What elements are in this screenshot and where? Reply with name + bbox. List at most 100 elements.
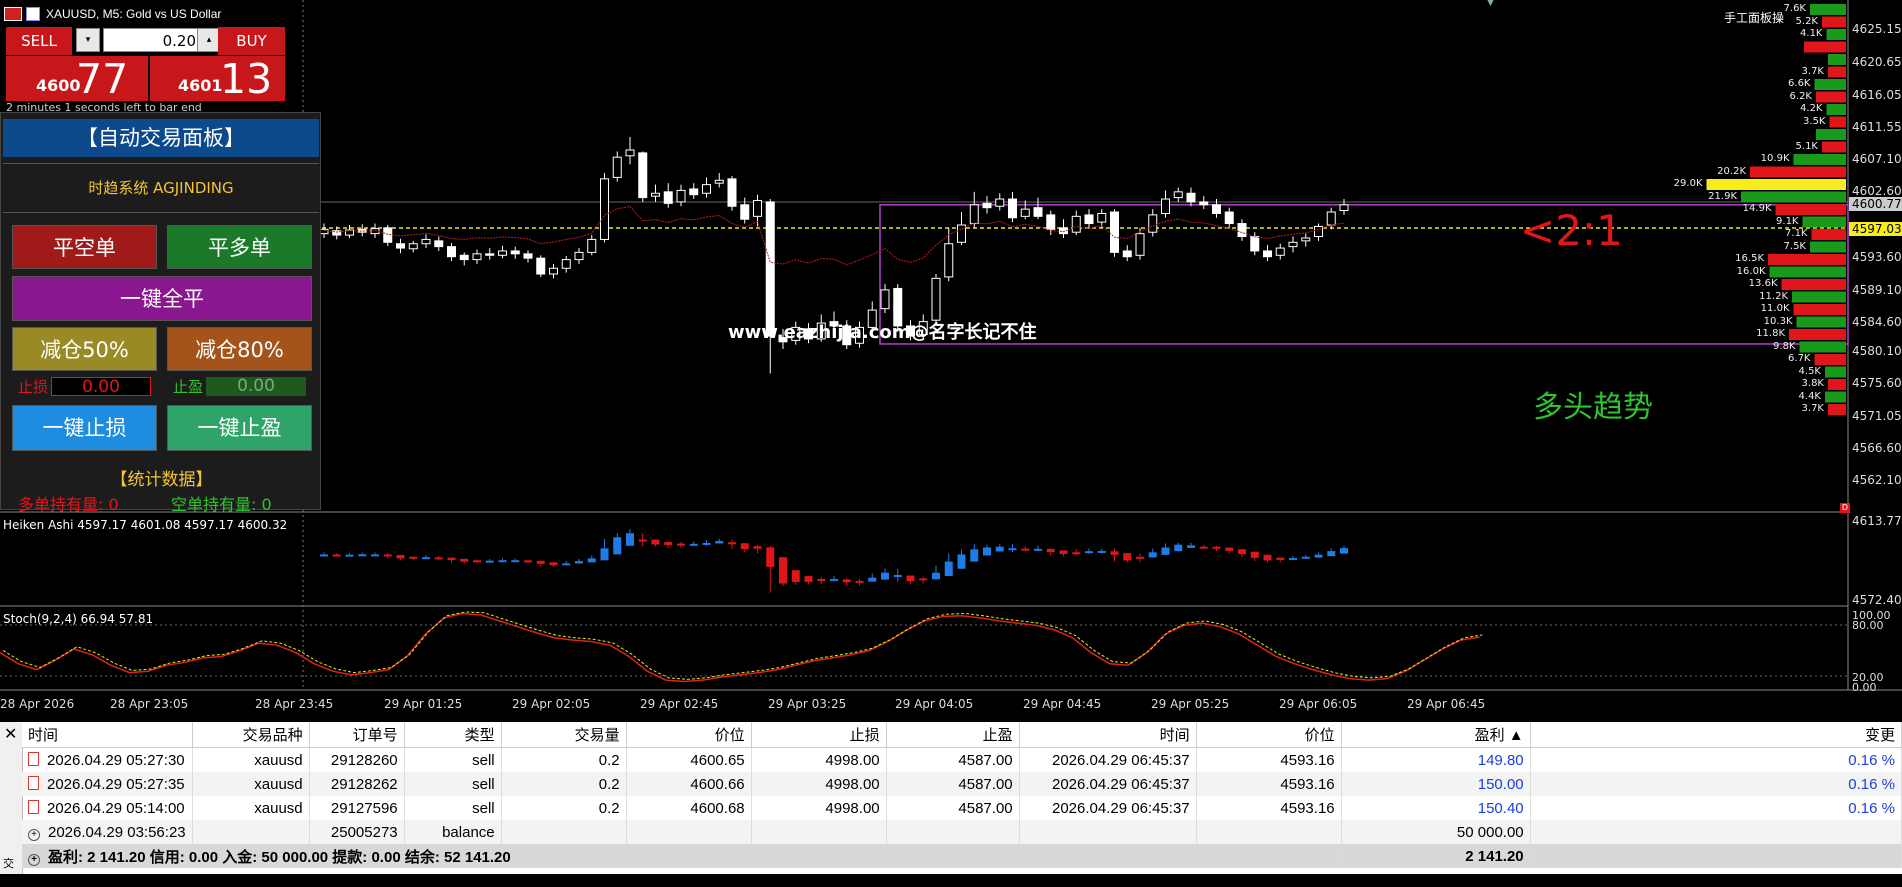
one-click-take-profit-button[interactable]: 一键止盈	[167, 405, 312, 451]
depth-bar	[1822, 141, 1846, 153]
depth-volume-label: 6.6K	[1788, 78, 1811, 89]
summary-row: + 盈利: 2 141.20 信用: 0.00 入金: 50 000.00 提款:…	[22, 844, 1902, 868]
heiken-ashi-bar	[383, 554, 392, 557]
candle-body	[663, 191, 673, 204]
candle-body	[408, 243, 418, 250]
heiken-ashi-bar	[855, 580, 864, 583]
col-volume[interactable]: 交易量	[501, 722, 627, 748]
heiken-ashi-bar	[1123, 553, 1132, 561]
time-axis-label: 29 Apr 01:25	[384, 697, 463, 711]
time-axis-label: 29 Apr 04:05	[895, 697, 974, 711]
col-open-time[interactable]: 时间	[22, 722, 193, 748]
heiken-ashi-bar	[422, 557, 430, 560]
depth-bar	[1825, 366, 1846, 378]
heiken-ashi-bar	[549, 562, 558, 566]
price-axis-label: 4589.10	[1852, 283, 1902, 297]
price-axis-label: 4575.60	[1852, 376, 1902, 390]
heiken-ashi-bar	[1008, 548, 1017, 551]
col-close-price[interactable]: 价位	[1196, 722, 1342, 748]
close-icon[interactable]: ✕	[4, 724, 17, 743]
heiken-ashi-bar	[868, 577, 877, 582]
chart-window[interactable]: XAUUSD, M5: Gold vs US Dollar SELL ▾ 0.2…	[0, 0, 1902, 722]
depth-volume-label: 10.3K	[1763, 315, 1793, 327]
take-profit-input[interactable]: 0.00	[206, 377, 306, 396]
reduce-50-button[interactable]: 减仓50%	[12, 327, 157, 371]
price-axis-label: 4571.05	[1852, 409, 1902, 423]
depth-bar	[1799, 341, 1846, 353]
candle-body	[1148, 214, 1158, 233]
candle-body	[574, 251, 584, 261]
heiken-ashi-bar	[893, 574, 902, 577]
time-axis-label: 29 Apr 05:25	[1151, 697, 1230, 711]
lot-size-input[interactable]: 0.20	[103, 28, 201, 52]
sell-price-box[interactable]: 4600 77	[6, 55, 148, 103]
heiken-ashi-bar	[575, 561, 583, 564]
price-axis-label: 4602.60	[1852, 184, 1902, 198]
candle-body	[1084, 214, 1094, 225]
candle-body	[880, 289, 890, 310]
candle-body	[1071, 215, 1081, 233]
buy-price-box[interactable]: 4601 13	[150, 55, 285, 103]
heiken-ashi-bar	[995, 546, 1004, 552]
table-row[interactable]: 2026.04.29 05:27:35 xauusd 29128262 sell 0…	[22, 772, 1902, 796]
col-open-price[interactable]: 价位	[626, 722, 752, 748]
table-row[interactable]: 2026.04.29 05:14:00 xauusd 29127596 sell 0…	[22, 796, 1902, 820]
heiken-ashi-bar	[651, 539, 660, 545]
terminal-tab-label[interactable]: 交易	[3, 855, 22, 887]
col-order[interactable]: 订单号	[309, 722, 405, 748]
candle-body	[472, 253, 482, 261]
col-close-time[interactable]: 时间	[1019, 722, 1197, 748]
candle-body	[638, 152, 648, 199]
price-axis-label: 4580.10	[1852, 344, 1902, 358]
col-symbol[interactable]: 交易品种	[192, 722, 310, 748]
price-axis-label: 4620.65	[1852, 55, 1902, 69]
depth-volume-label: 11.8K	[1756, 328, 1785, 339]
heiken-ashi-bar	[345, 554, 354, 557]
stop-loss-input[interactable]: 0.00	[51, 377, 151, 397]
candle-body	[1097, 212, 1107, 223]
col-profit[interactable]: 盈利 ▲	[1341, 722, 1531, 748]
window-menu-icon[interactable]	[4, 7, 22, 21]
col-type[interactable]: 类型	[404, 722, 502, 748]
heiken-ashi-bar	[1238, 549, 1246, 555]
sell-price-pips: 77	[76, 55, 129, 103]
candle-body	[1275, 247, 1285, 256]
depth-toggle-icon[interactable]: D	[1840, 503, 1850, 513]
close-all-button[interactable]: 一键全平	[12, 276, 312, 321]
depth-volume-label: 11.2K	[1759, 290, 1788, 302]
heiken-ashi-bar	[1340, 548, 1348, 554]
expand-icon[interactable]: +	[28, 828, 40, 841]
balance-row[interactable]: +2026.04.29 03:56:23 25005273 balance 50…	[22, 820, 1902, 844]
candle-body	[969, 204, 979, 225]
col-stop-loss[interactable]: 止损	[751, 722, 887, 748]
candle-body	[1122, 250, 1132, 258]
candle-body	[459, 254, 469, 261]
candle-body	[600, 178, 609, 240]
close-short-button[interactable]: 平空单	[12, 225, 157, 269]
candle-body	[651, 192, 660, 197]
buy-button[interactable]: BUY	[218, 27, 285, 55]
heiken-ashi-bar	[1034, 548, 1042, 551]
scroll-marker-icon[interactable]: ▼	[1487, 0, 1496, 8]
candle-body	[931, 277, 941, 321]
one-click-stop-loss-button[interactable]: 一键止损	[12, 405, 157, 451]
candle-body	[702, 184, 711, 194]
sell-button[interactable]: SELL	[6, 27, 72, 55]
candle-body	[510, 250, 520, 255]
heiken-ashi-bar	[613, 537, 622, 555]
price-axis-label: 4584.60	[1852, 315, 1902, 329]
time-axis-label: 29 Apr 06:45	[1407, 697, 1486, 711]
table-row[interactable]: 2026.04.29 05:27:30 xauusd 29128260 sell 0…	[22, 747, 1902, 772]
heiken-ashi-bar	[1136, 556, 1144, 559]
heiken-ashi-bar	[1085, 551, 1093, 554]
col-take-profit[interactable]: 止盈	[886, 722, 1020, 748]
candle-body	[1301, 237, 1311, 242]
depth-volume-label: 21.9K	[1708, 190, 1737, 202]
lot-decrease-button[interactable]: ▾	[76, 28, 100, 52]
candle-body	[549, 267, 558, 275]
col-change[interactable]: 变更	[1530, 722, 1902, 748]
reduce-80-button[interactable]: 减仓80%	[167, 327, 312, 371]
close-long-button[interactable]: 平多单	[167, 225, 312, 269]
candle-body	[676, 189, 686, 203]
risk-reward-label: <2:1	[1520, 206, 1623, 255]
